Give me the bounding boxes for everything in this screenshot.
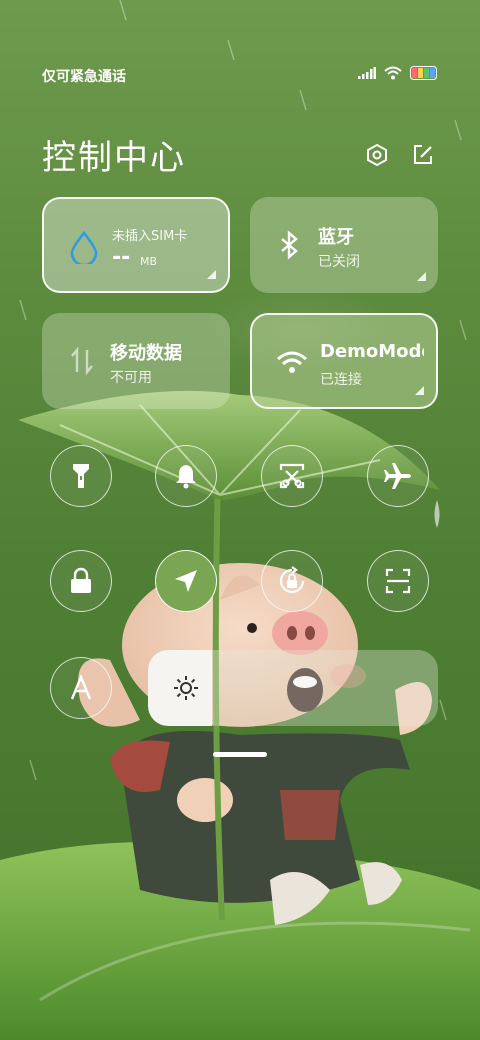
carrier-text: 仅可紧急通话 — [42, 69, 126, 85]
screenshot-toggle[interactable] — [261, 445, 323, 507]
mobile-data-status: 不可用 — [110, 370, 152, 386]
data-usage-value: -- — [112, 245, 131, 270]
settings-button[interactable] — [364, 142, 390, 168]
wifi-status: 已连接 — [320, 372, 362, 388]
mobile-data-tile[interactable]: 移动数据 不可用 — [42, 313, 230, 409]
edit-icon — [414, 145, 432, 164]
hexagon-settings-icon — [367, 143, 387, 167]
wifi-icon — [274, 345, 310, 381]
wifi-network-name: DemoMode — [320, 341, 424, 362]
lock-toggle[interactable] — [50, 550, 112, 612]
location-toggle[interactable] — [155, 550, 217, 612]
bluetooth-icon — [272, 227, 308, 263]
status-icons — [358, 66, 438, 80]
wifi-status-icon — [384, 66, 402, 80]
airplane-toggle[interactable] — [367, 445, 429, 507]
expand-corner — [415, 386, 424, 395]
sun-icon — [174, 676, 198, 700]
location-icon — [175, 570, 197, 592]
battery-icon — [410, 66, 437, 80]
airplane-icon — [384, 463, 411, 489]
brightness-slider[interactable] — [148, 650, 438, 726]
drag-handle[interactable] — [213, 752, 267, 757]
mobile-data-title: 移动数据 — [110, 343, 182, 364]
bluetooth-tile[interactable]: 蓝牙 已关闭 — [250, 197, 438, 293]
auto-brightness-toggle[interactable] — [50, 657, 112, 719]
bluetooth-title: 蓝牙 — [318, 227, 354, 248]
flashlight-icon — [73, 464, 89, 488]
header: 控制中心 — [42, 130, 438, 178]
screenshot-icon — [279, 463, 305, 489]
rotation-lock-toggle[interactable] — [261, 550, 323, 612]
page-title: 控制中心 — [42, 138, 186, 178]
scan-icon — [385, 568, 411, 594]
expand-corner — [207, 270, 216, 279]
water-drop-icon — [66, 229, 102, 265]
sim-status-label: 未插入SIM卡 — [112, 229, 188, 244]
bluetooth-status: 已关闭 — [318, 254, 360, 270]
rotation-lock-icon — [279, 566, 305, 594]
bell-icon — [176, 465, 196, 489]
lock-icon — [71, 567, 91, 593]
data-usage-tile[interactable]: 未插入SIM卡 -- MB — [42, 197, 230, 293]
edit-button[interactable] — [410, 142, 436, 168]
font-size-icon — [70, 674, 92, 700]
status-bar: 仅可紧急通话 — [42, 64, 438, 88]
wifi-tile[interactable]: DemoMode 已连接 — [250, 313, 438, 409]
data-usage-unit: MB — [140, 255, 158, 268]
data-arrows-icon — [64, 343, 100, 379]
signal-icon — [358, 67, 376, 79]
flashlight-toggle[interactable] — [50, 445, 112, 507]
expand-corner — [417, 272, 426, 281]
notification-toggle[interactable] — [155, 445, 217, 507]
scan-toggle[interactable] — [367, 550, 429, 612]
